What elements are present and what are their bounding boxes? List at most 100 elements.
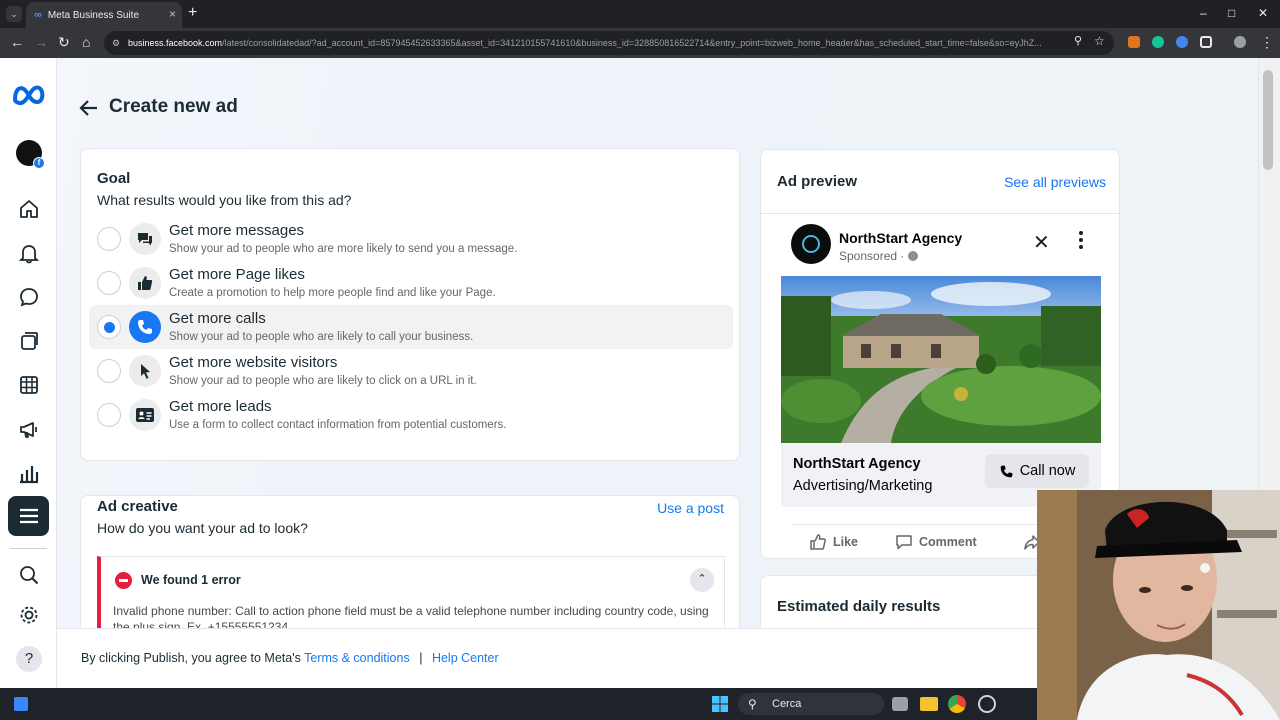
error-banner: We found 1 error ⌃ Invalid phone number:… [97, 556, 725, 636]
help-icon[interactable]: ? [14, 644, 44, 674]
meta-favicon-icon: ∞ [34, 9, 42, 21]
grammarly-extension-icon[interactable] [1152, 36, 1164, 48]
planner-grid-icon[interactable] [14, 370, 44, 400]
thumbs-up-icon [129, 267, 161, 299]
like-thumb-icon [810, 534, 826, 550]
new-tab-button[interactable]: + [188, 4, 197, 22]
like-action[interactable]: Like [809, 533, 858, 551]
call-now-button[interactable]: Call now [985, 454, 1089, 488]
extensions-puzzle-icon[interactable] [1200, 36, 1212, 48]
all-tools-menu-icon[interactable] [8, 496, 49, 536]
bookmark-star-icon[interactable]: ☆ [1094, 34, 1105, 48]
window-close-icon[interactable]: ✕ [1258, 6, 1268, 20]
terms-link[interactable]: Terms & conditions [304, 651, 410, 665]
back-icon[interactable]: ← [10, 34, 24, 50]
address-bar[interactable]: ⚙ business.facebook.com/latest/consolida… [104, 31, 1114, 55]
reload-icon[interactable]: ↻ [58, 34, 70, 51]
windows-start-icon[interactable] [711, 695, 729, 713]
url-path: /latest/consolidatedad/?ad_account_id=85… [222, 38, 1042, 48]
chrome-menu-icon[interactable]: ⋮ [1260, 34, 1274, 51]
comment-action[interactable]: Comment [895, 533, 977, 551]
goal-subtitle: What results would you like from this ad… [97, 192, 352, 208]
taskbar-search[interactable]: ⚲ Cerca [738, 693, 884, 715]
error-title: We found 1 error [141, 573, 241, 587]
estimated-results-title: Estimated daily results [777, 598, 941, 615]
browser-tab-meta-business-suite[interactable]: ∞ Meta Business Suite × [26, 2, 182, 28]
more-options-icon[interactable] [1077, 228, 1085, 252]
phone-icon [129, 311, 161, 343]
error-icon [115, 572, 132, 589]
tab-search-button[interactable]: ⌄ [6, 6, 22, 22]
notifications-bell-icon[interactable] [14, 238, 44, 268]
minimize-icon[interactable]: – [1200, 6, 1207, 20]
tab-title: Meta Business Suite [47, 9, 140, 21]
chrome-taskbar-icon[interactable] [948, 695, 966, 713]
ad-creative-title: Ad creative [97, 498, 178, 515]
cta-category: Advertising/Marketing [793, 478, 933, 494]
radio-button[interactable] [97, 227, 121, 251]
inbox-chat-icon[interactable] [14, 282, 44, 312]
site-info-icon[interactable]: ⚙ [112, 31, 120, 55]
search-icon[interactable] [14, 560, 44, 590]
chevron-up-icon[interactable]: ⌃ [690, 568, 714, 592]
goal-title: Goal [97, 170, 131, 187]
page-title: Create new ad [109, 96, 238, 117]
footer-prefix: By clicking Publish, you agree to Meta's [81, 651, 301, 665]
back-arrow-icon[interactable] [79, 98, 99, 118]
page-avatar[interactable]: f [16, 140, 45, 169]
taskbar-app-icon[interactable] [14, 697, 28, 711]
ad-preview-title: Ad preview [777, 173, 858, 190]
radio-button[interactable] [97, 403, 121, 427]
radio-button[interactable] [97, 271, 121, 295]
forward-icon[interactable]: → [34, 34, 48, 50]
home-icon[interactable]: ⌂ [82, 34, 90, 50]
radio-button[interactable] [97, 359, 121, 383]
taskbar-app-icon-2[interactable] [978, 695, 996, 713]
hide-ad-close-icon[interactable]: ✕ [1033, 230, 1050, 255]
webcam-overlay-image [1037, 490, 1280, 720]
footer-text: By clicking Publish, you agree to Meta's… [81, 651, 499, 665]
contact-card-icon [129, 399, 161, 431]
file-explorer-icon[interactable] [920, 697, 938, 711]
option-description: Show your ad to people who are likely to… [169, 375, 477, 387]
help-center-link[interactable]: Help Center [432, 651, 499, 665]
goal-option-calls[interactable]: Get more calls Show your ad to people wh… [89, 305, 733, 349]
goal-option-messages[interactable]: Get more messages Show your ad to people… [89, 217, 733, 261]
like-label: Like [833, 535, 859, 549]
goal-option-page-likes[interactable]: Get more Page likes Create a promotion t… [89, 261, 733, 305]
goal-option-website-visitors[interactable]: Get more website visitors Show your ad t… [89, 349, 733, 393]
url-host: business.facebook.com [128, 38, 223, 48]
option-label: Get more leads [169, 398, 272, 415]
option-description: Show your ad to people who are likely to… [169, 331, 474, 343]
call-now-label: Call now [1019, 463, 1076, 479]
option-description: Create a promotion to help more people f… [169, 287, 496, 299]
footer-separator: | [419, 651, 423, 665]
content-pages-icon[interactable] [14, 326, 44, 356]
insights-bar-chart-icon[interactable] [14, 458, 44, 488]
see-all-previews-link[interactable]: See all previews [1004, 174, 1106, 190]
metamask-extension-icon[interactable] [1128, 36, 1140, 48]
meta-logo-icon[interactable] [11, 80, 47, 110]
use-a-post-link[interactable]: Use a post [657, 500, 724, 516]
task-view-icon[interactable] [892, 697, 908, 711]
goal-option-leads[interactable]: Get more leads Use a form to collect con… [89, 393, 733, 437]
extension-icon[interactable] [1176, 36, 1188, 48]
maximize-icon[interactable]: □ [1228, 6, 1235, 20]
option-description: Show your ad to people who are more like… [169, 243, 518, 255]
option-label: Get more Page likes [169, 266, 305, 283]
home-nav-icon[interactable] [14, 194, 44, 224]
settings-gear-icon[interactable] [14, 600, 44, 630]
sponsored-text: Sponsored · [839, 249, 905, 263]
ad-creative-subtitle: How do you want your ad to look? [97, 520, 308, 536]
zoom-icon[interactable]: ⚲ [1074, 34, 1082, 47]
ad-image-house [781, 276, 1101, 443]
ads-megaphone-icon[interactable] [14, 414, 44, 444]
comment-bubble-icon [896, 535, 912, 550]
ad-preview-header: Ad preview See all previews [761, 150, 1119, 214]
option-label: Get more messages [169, 222, 305, 239]
tab-close-icon[interactable]: × [169, 7, 176, 21]
taskbar-search-label: Cerca [772, 698, 802, 710]
scroll-thumb[interactable] [1263, 70, 1273, 170]
radio-button-selected[interactable] [97, 315, 121, 339]
profile-avatar[interactable] [1234, 36, 1246, 48]
